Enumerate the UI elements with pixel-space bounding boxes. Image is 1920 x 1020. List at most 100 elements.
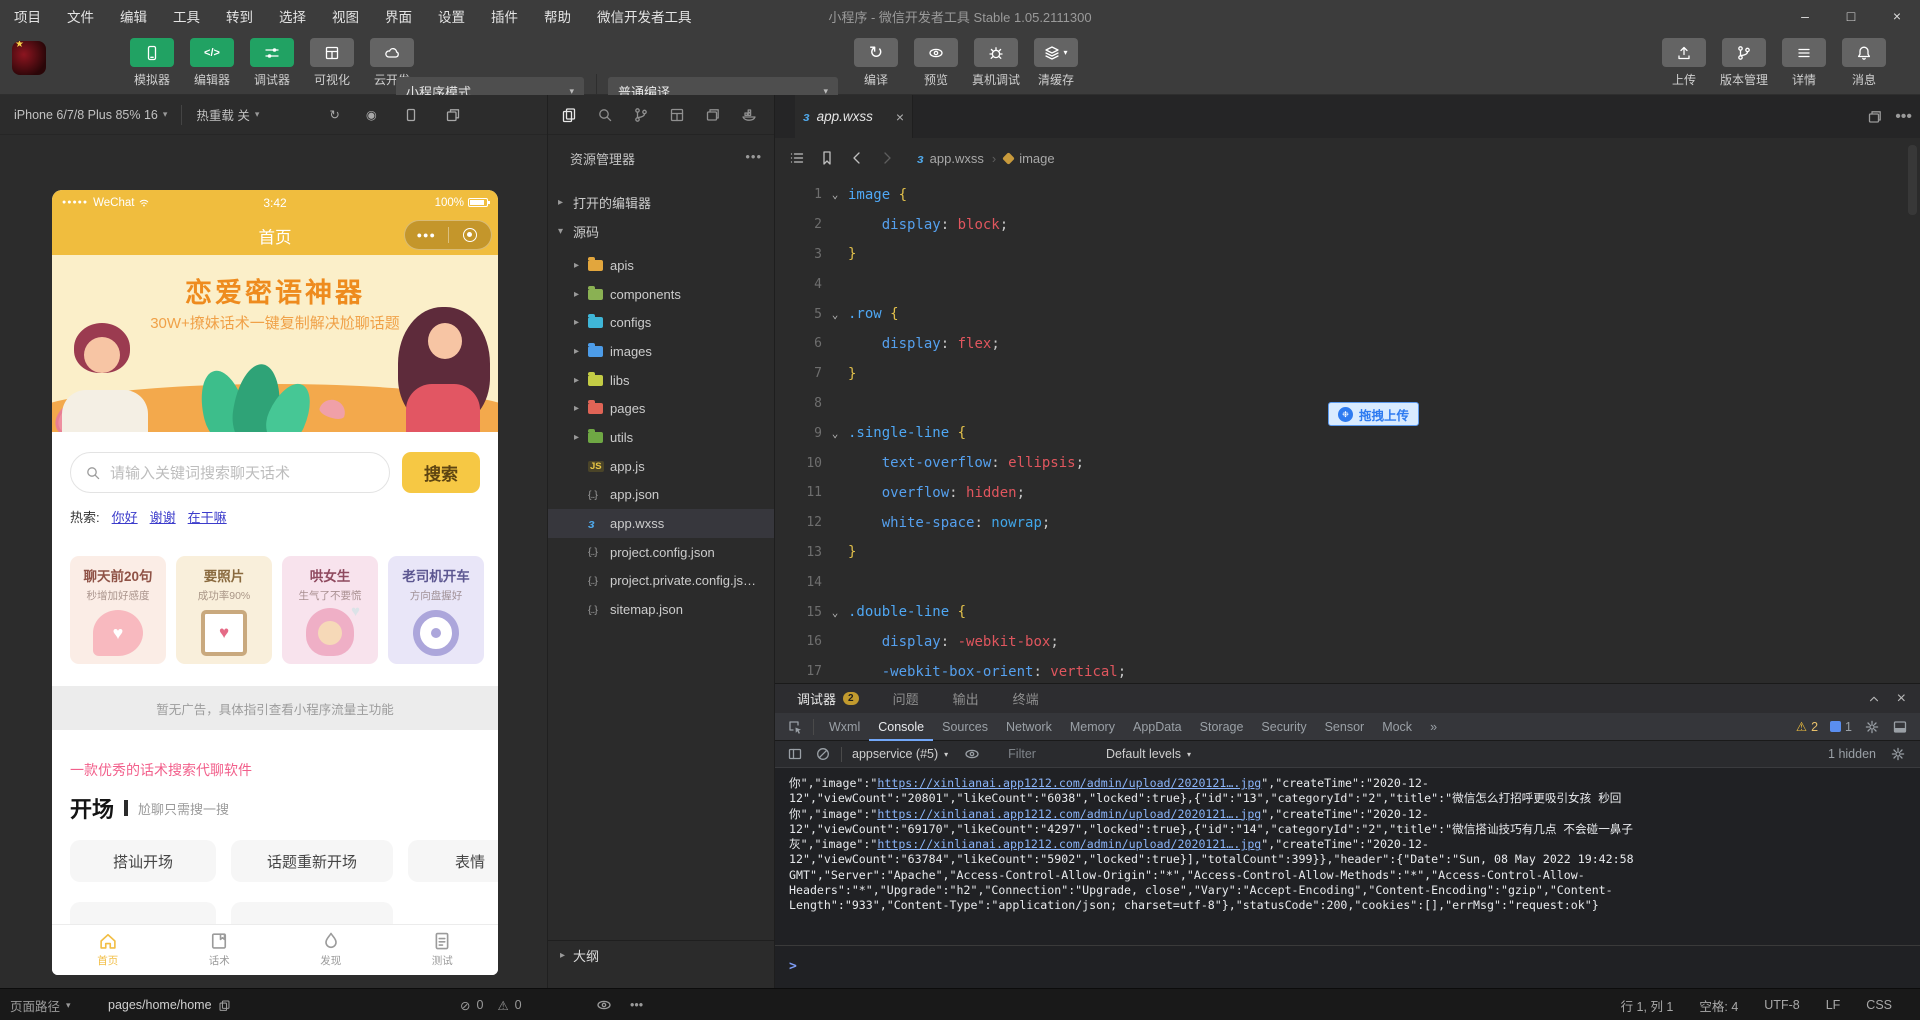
menu-界面[interactable]: 界面 bbox=[385, 6, 412, 26]
console-output[interactable]: 你","image":"https://xinlianai.app1212.co… bbox=[775, 768, 1920, 946]
devtools-tab-console[interactable]: Console bbox=[869, 713, 933, 741]
minimize-icon[interactable]: – bbox=[1782, 0, 1828, 32]
hot-link-在干嘛[interactable]: 在干嘛 bbox=[188, 507, 227, 526]
menu-视图[interactable]: 视图 bbox=[332, 6, 359, 26]
language-mode[interactable]: CSS bbox=[1866, 998, 1892, 1012]
file-app.js[interactable]: JS app.js bbox=[548, 452, 774, 481]
search-icon[interactable] bbox=[597, 107, 613, 123]
phrase-button[interactable]: 话题重新开场 bbox=[231, 840, 393, 882]
context-select[interactable]: appservice (#5) ▾ bbox=[852, 747, 948, 761]
preview-button[interactable]: 预览 bbox=[912, 38, 960, 88]
more-icon[interactable]: ••• bbox=[745, 149, 762, 168]
hot-link-谢谢[interactable]: 谢谢 bbox=[150, 507, 176, 526]
phrase-button-clipped[interactable] bbox=[70, 902, 216, 924]
eye-icon[interactable] bbox=[964, 746, 980, 762]
page-path[interactable]: pages/home/home bbox=[108, 989, 231, 1020]
avatar[interactable] bbox=[12, 41, 46, 75]
devtools-tab-appdata[interactable]: AppData bbox=[1124, 713, 1191, 741]
compile-button[interactable]: ↻ 编译 bbox=[852, 38, 900, 88]
file-components[interactable]: ▸ components bbox=[548, 280, 774, 309]
code-area[interactable]: 1 ⌄ image {2 display: block; 3} 4 5 ⌄ .row {6 d… bbox=[775, 180, 1920, 683]
search-input[interactable]: 请输入关键词搜索聊天话术 bbox=[70, 452, 390, 493]
panel-tab-output[interactable]: 输出 bbox=[953, 689, 979, 708]
file-app.wxss[interactable]: ɜ app.wxss bbox=[548, 509, 774, 538]
fold-icon[interactable]: ⌄ bbox=[822, 188, 848, 201]
file-configs[interactable]: ▸ configs bbox=[548, 308, 774, 337]
tab-scripts[interactable]: 话术 bbox=[164, 925, 276, 975]
back-arrow-icon[interactable] bbox=[849, 150, 865, 166]
simulator-button[interactable]: 模拟器 bbox=[128, 38, 176, 88]
breadcrumb-file[interactable]: ɜ app.wxss bbox=[917, 151, 984, 166]
warning-count[interactable]: ⚠ 2 bbox=[1796, 719, 1818, 735]
more-icon[interactable]: ••• bbox=[630, 989, 643, 1020]
close-icon[interactable]: × bbox=[896, 109, 904, 125]
restart-icon[interactable]: ↻ bbox=[329, 107, 339, 122]
filter-input[interactable]: Filter bbox=[1008, 747, 1036, 761]
devtools-tab-mock[interactable]: Mock bbox=[1373, 713, 1421, 741]
eol[interactable]: LF bbox=[1826, 998, 1841, 1012]
menu-设置[interactable]: 设置 bbox=[438, 6, 465, 26]
details-button[interactable]: 详情 bbox=[1780, 38, 1828, 88]
console-link[interactable]: https://xinlianai.app1212.com/admin/uplo… bbox=[877, 837, 1261, 851]
source-section[interactable]: ▾ 源码 bbox=[548, 217, 774, 246]
drag-upload-button[interactable]: ❉ 拖拽上传 bbox=[1328, 402, 1420, 426]
fold-icon[interactable]: ⌄ bbox=[822, 427, 848, 440]
branch-icon[interactable] bbox=[633, 107, 649, 123]
tab-test[interactable]: 测试 bbox=[387, 925, 499, 975]
devtools-tab-»[interactable]: » bbox=[1421, 713, 1446, 741]
maximize-icon[interactable]: □ bbox=[1828, 0, 1874, 32]
indent-setting[interactable]: 空格: 4 bbox=[1699, 996, 1738, 1015]
console-link[interactable]: https://xinlianai.app1212.com/admin/uplo… bbox=[877, 776, 1261, 790]
fold-icon[interactable]: ⌄ bbox=[822, 606, 848, 619]
file-images[interactable]: ▸ images bbox=[548, 337, 774, 366]
close-icon[interactable]: × bbox=[1874, 0, 1920, 32]
feature-card[interactable]: 哄女生 生气了不要慌 bbox=[282, 556, 378, 664]
multi-window-icon[interactable] bbox=[445, 107, 461, 123]
device-select[interactable]: iPhone 6/7/8 Plus 85% 16 bbox=[14, 108, 158, 122]
phrase-button-clipped[interactable] bbox=[231, 902, 393, 924]
phrase-button[interactable]: 表情 bbox=[408, 840, 498, 882]
open-editors-section[interactable]: ▸ 打开的编辑器 bbox=[548, 188, 774, 217]
file-libs[interactable]: ▸ libs bbox=[548, 366, 774, 395]
menu-转到[interactable]: 转到 bbox=[226, 6, 253, 26]
files-icon[interactable] bbox=[561, 107, 577, 123]
messages-button[interactable]: 消息 bbox=[1840, 38, 1888, 88]
console-sidebar-icon[interactable] bbox=[787, 746, 803, 762]
close-capsule-icon[interactable] bbox=[449, 228, 492, 242]
promo-banner[interactable]: 恋爱密语神器 30W+撩妹话术一键复制解决尬聊话题 bbox=[52, 255, 498, 432]
outline-section[interactable]: ▸ 大纲 bbox=[548, 940, 774, 970]
file-apis[interactable]: ▸ apis bbox=[548, 251, 774, 280]
issue-count[interactable]: 1 bbox=[1830, 720, 1852, 734]
tab-discover[interactable]: 发现 bbox=[275, 925, 387, 975]
remote-debug-button[interactable]: 真机调试 bbox=[972, 38, 1020, 88]
more-icon[interactable]: ●●● bbox=[405, 230, 448, 240]
feature-card[interactable]: 老司机开车 方向盘握好 bbox=[388, 556, 484, 664]
bookmark-icon[interactable] bbox=[819, 150, 835, 166]
devtools-tab-memory[interactable]: Memory bbox=[1061, 713, 1124, 741]
file-project.config.json[interactable]: {..} project.config.json bbox=[548, 538, 774, 567]
file-app.json[interactable]: {..} app.json bbox=[548, 481, 774, 510]
panel-tab-terminal[interactable]: 终端 bbox=[1013, 689, 1039, 708]
upload-button[interactable]: 上传 bbox=[1660, 38, 1708, 88]
inspect-element-icon[interactable] bbox=[787, 719, 803, 735]
menu-选择[interactable]: 选择 bbox=[279, 6, 306, 26]
record-icon[interactable]: ◉ bbox=[366, 107, 377, 122]
breadcrumb-symbol[interactable]: image bbox=[1002, 151, 1055, 166]
panel-tab-debugger[interactable]: 调试器 2 bbox=[797, 689, 859, 708]
problems-counter[interactable]: ⊘ 0 ⚠ 0 bbox=[460, 989, 522, 1020]
phrase-button[interactable]: 搭讪开场 bbox=[70, 840, 216, 882]
editor-button[interactable]: </> 编辑器 bbox=[188, 38, 236, 88]
clear-cache-button[interactable]: ▾ 清缓存 bbox=[1032, 38, 1080, 88]
menu-工具[interactable]: 工具 bbox=[173, 6, 200, 26]
menu-插件[interactable]: 插件 bbox=[491, 6, 518, 26]
rotate-device-icon[interactable] bbox=[403, 107, 419, 123]
menu-文件[interactable]: 文件 bbox=[67, 6, 94, 26]
outline-icon[interactable] bbox=[789, 150, 805, 166]
clear-console-icon[interactable] bbox=[815, 746, 831, 762]
forward-arrow-icon[interactable] bbox=[879, 150, 895, 166]
visualize-button[interactable]: 可视化 bbox=[308, 38, 356, 88]
menu-帮助[interactable]: 帮助 bbox=[544, 6, 571, 26]
eye-icon[interactable] bbox=[596, 989, 612, 1020]
devtools-tab-storage[interactable]: Storage bbox=[1191, 713, 1253, 741]
tab-app-wxss[interactable]: ɜ app.wxss × bbox=[795, 95, 913, 138]
